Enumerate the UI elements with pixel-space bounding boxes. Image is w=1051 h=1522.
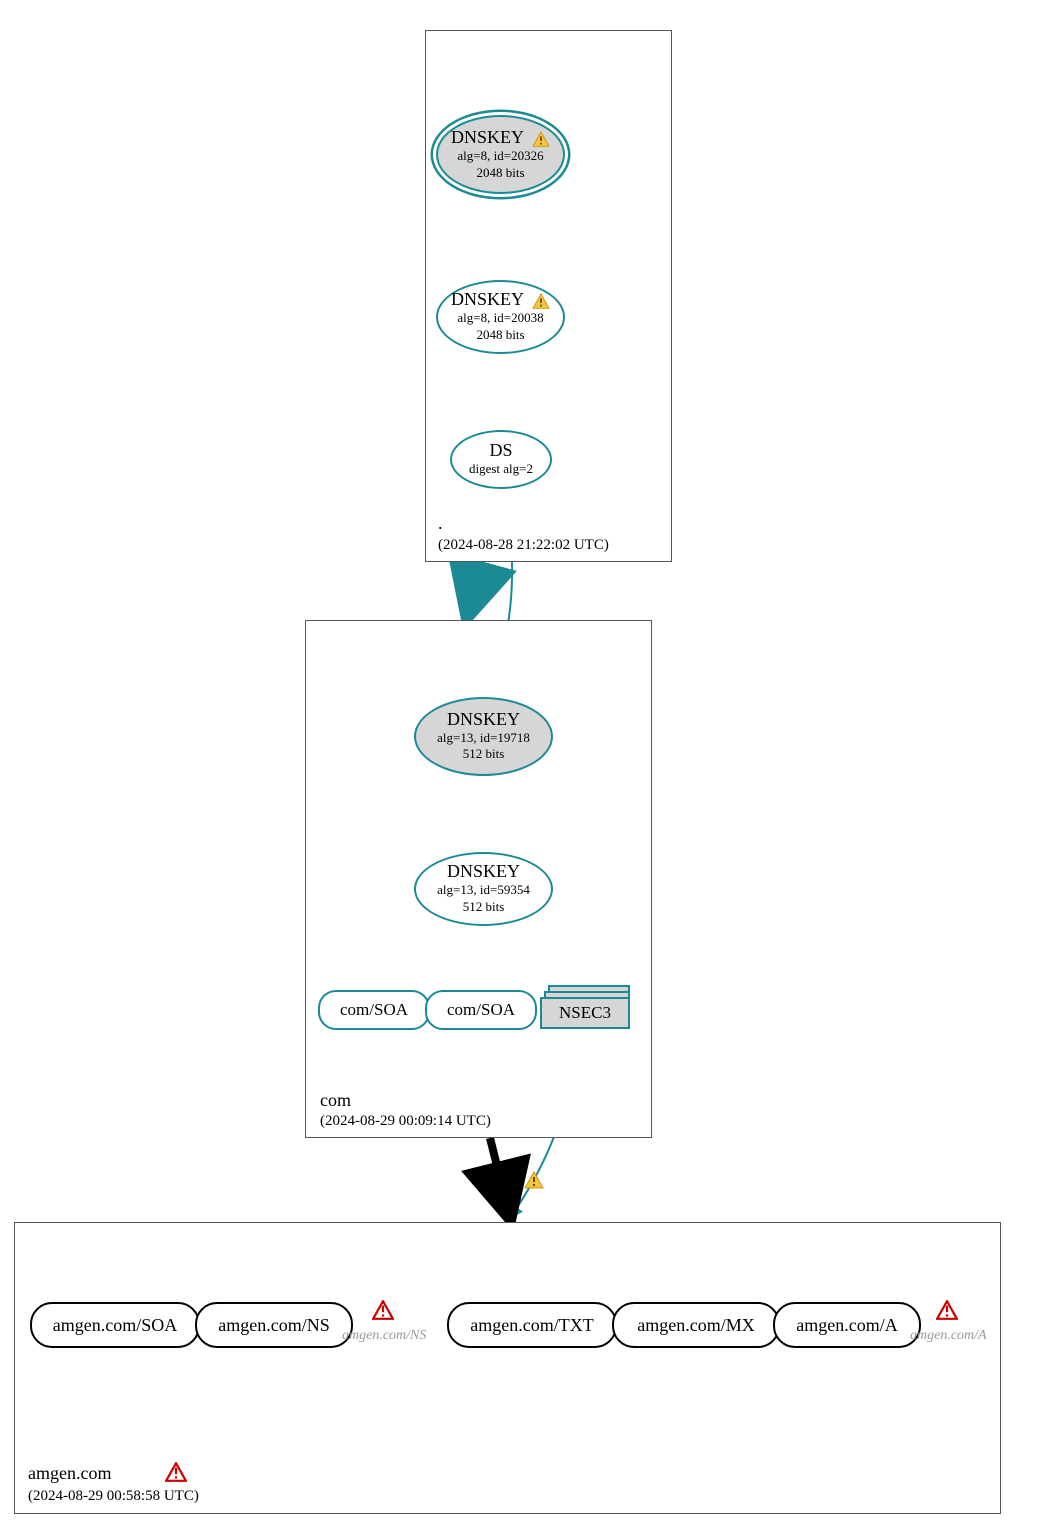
zone-amgen-label: amgen.com bbox=[28, 1463, 111, 1484]
com-ksk-title: DNSKEY bbox=[447, 710, 520, 730]
record-amgen-mx-label: amgen.com/MX bbox=[637, 1315, 754, 1336]
com-nsec3-label: NSEC3 bbox=[559, 1003, 611, 1023]
ghost-amgen-a-label: amgen.com/A bbox=[910, 1328, 987, 1344]
root-ds[interactable]: DS digest alg=2 bbox=[450, 430, 552, 489]
record-amgen-mx[interactable]: amgen.com/MX bbox=[612, 1302, 780, 1348]
com-zsk-alg: alg=13, id=59354 bbox=[437, 882, 530, 899]
warning-icon bbox=[532, 131, 550, 147]
com-soa-1[interactable]: com/SOA bbox=[318, 990, 430, 1030]
record-amgen-ns-label: amgen.com/NS bbox=[218, 1315, 329, 1336]
com-ksk-bits: 512 bits bbox=[463, 746, 505, 763]
root-ksk-title: DNSKEY bbox=[451, 127, 524, 147]
ghost-amgen-ns-label: amgen.com/NS bbox=[342, 1328, 426, 1344]
zone-root-timestamp: (2024-08-28 21:22:02 UTC) bbox=[438, 537, 609, 554]
com-zsk-title: DNSKEY bbox=[447, 862, 520, 882]
com-nsec3[interactable]: NSEC3 bbox=[540, 985, 630, 1027]
root-ds-sub: digest alg=2 bbox=[469, 461, 533, 478]
delegation-warning bbox=[520, 1170, 542, 1188]
warning-icon bbox=[532, 293, 550, 309]
root-ksk-bits: 2048 bits bbox=[476, 165, 524, 182]
root-zsk-title: DNSKEY bbox=[451, 289, 524, 309]
warning-icon bbox=[524, 1171, 542, 1187]
record-amgen-txt-label: amgen.com/TXT bbox=[470, 1315, 593, 1336]
com-soa-1-label: com/SOA bbox=[340, 1000, 408, 1020]
com-ksk-dnskey[interactable]: DNSKEY alg=13, id=19718 512 bits bbox=[414, 697, 553, 776]
zone-amgen-timestamp: (2024-08-29 00:58:58 UTC) bbox=[28, 1488, 199, 1505]
ghost-amgen-a-error bbox=[936, 1300, 956, 1323]
zone-amgen bbox=[14, 1222, 1001, 1514]
record-amgen-a[interactable]: amgen.com/A bbox=[773, 1302, 921, 1348]
zone-root-label: . bbox=[438, 513, 443, 534]
com-ksk-alg: alg=13, id=19718 bbox=[437, 730, 530, 747]
record-amgen-a-label: amgen.com/A bbox=[796, 1315, 897, 1336]
com-soa-2-label: com/SOA bbox=[447, 1000, 515, 1020]
root-ksk-alg: alg=8, id=20326 bbox=[457, 148, 543, 165]
root-zsk-bits: 2048 bits bbox=[476, 327, 524, 344]
error-icon bbox=[165, 1462, 185, 1480]
record-amgen-txt[interactable]: amgen.com/TXT bbox=[447, 1302, 617, 1348]
com-soa-2[interactable]: com/SOA bbox=[425, 990, 537, 1030]
root-ds-title: DS bbox=[489, 441, 512, 461]
root-zsk-alg: alg=8, id=20038 bbox=[457, 310, 543, 327]
com-zsk-bits: 512 bits bbox=[463, 899, 505, 916]
root-ksk-dnskey[interactable]: DNSKEY alg=8, id=20326 2048 bits bbox=[436, 115, 565, 194]
record-amgen-soa[interactable]: amgen.com/SOA bbox=[30, 1302, 200, 1348]
root-zsk-dnskey[interactable]: DNSKEY alg=8, id=20038 2048 bits bbox=[436, 280, 565, 354]
com-zsk-dnskey[interactable]: DNSKEY alg=13, id=59354 512 bits bbox=[414, 852, 553, 926]
error-icon bbox=[372, 1300, 392, 1318]
error-icon bbox=[936, 1300, 956, 1318]
record-amgen-ns[interactable]: amgen.com/NS bbox=[195, 1302, 353, 1348]
ghost-amgen-ns-error bbox=[372, 1300, 392, 1323]
zone-com-label: com bbox=[320, 1090, 351, 1111]
zone-amgen-error bbox=[165, 1462, 185, 1485]
record-amgen-soa-label: amgen.com/SOA bbox=[53, 1315, 177, 1336]
zone-com-timestamp: (2024-08-29 00:09:14 UTC) bbox=[320, 1113, 491, 1130]
